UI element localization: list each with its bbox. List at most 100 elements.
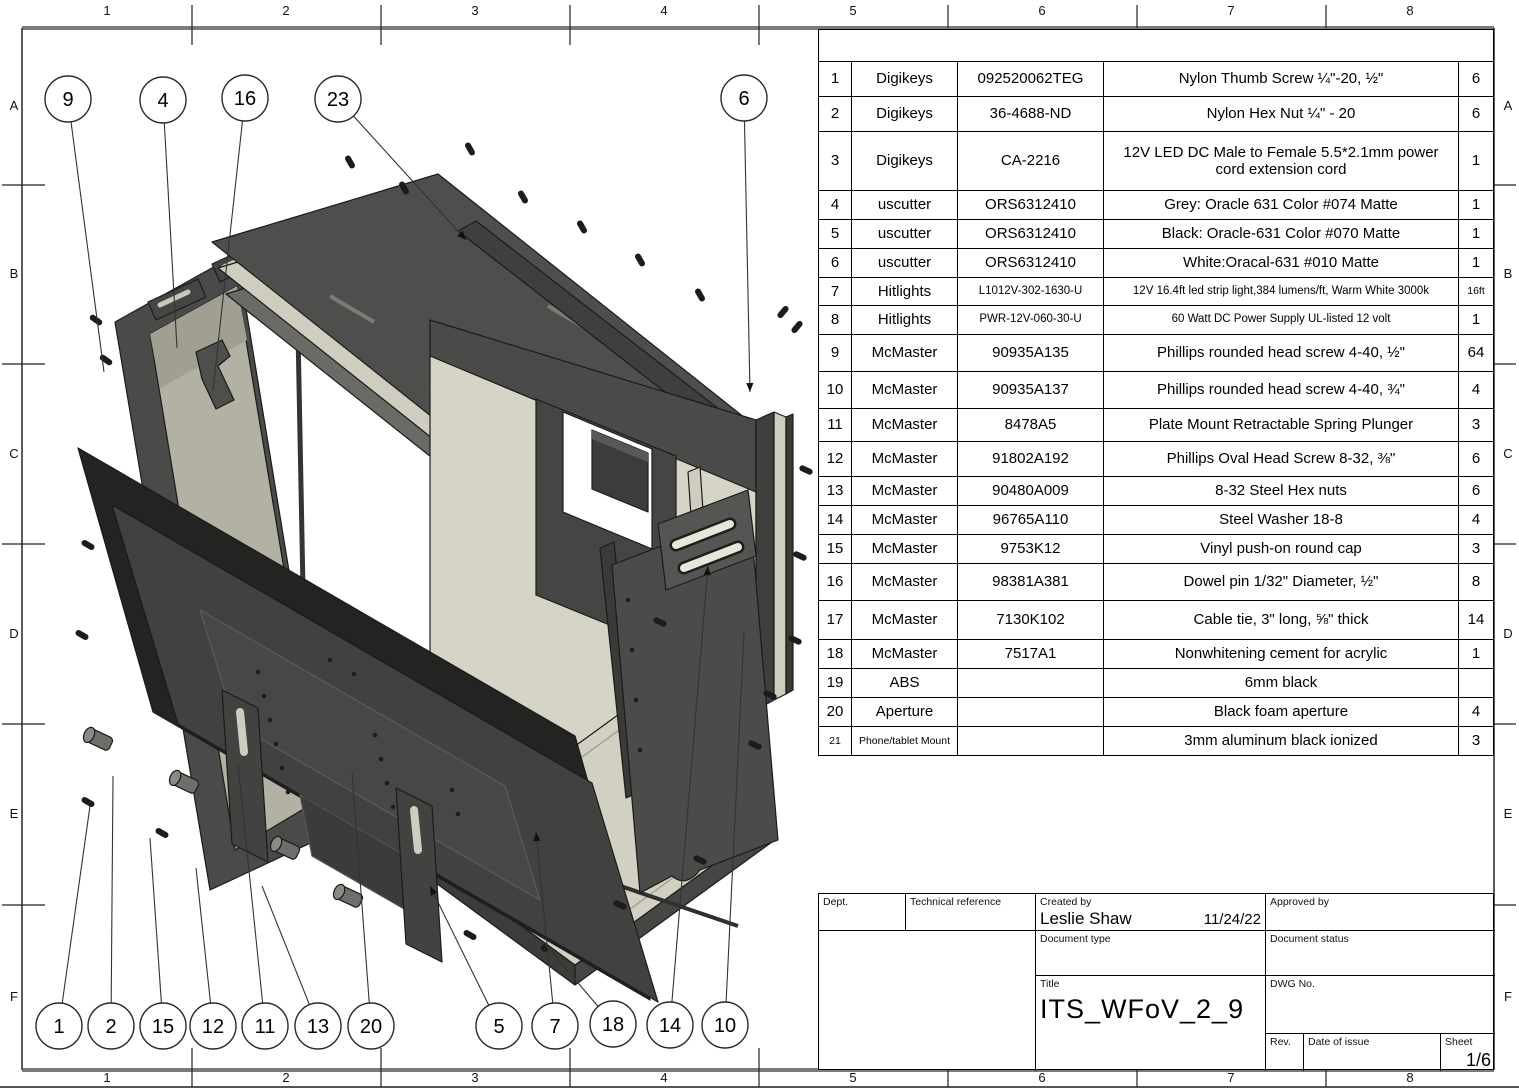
sheet-cell: Sheet 1/6 [1441,1034,1495,1071]
bom-cell-part [958,727,1104,755]
bom-cell-qty: 14 [1459,601,1493,639]
bom-cell-vendor: McMaster [852,506,958,534]
bom-cell-vendor: Hitlights [852,278,958,305]
bom-cell-part: PWR-12V-060-30-U [958,306,1104,334]
bom-cell-no: 11 [819,409,852,441]
bom-cell-desc: Plate Mount Retractable Spring Plunger [1104,409,1459,441]
bom-cell-vendor: McMaster [852,409,958,441]
bom-cell-desc: White:Oracal-631 #010 Matte [1104,249,1459,277]
grid-row-label: E [6,806,22,822]
bom-cell-desc: Nylon Thumb Screw ¼"-20, ½" [1104,62,1459,96]
bom-cell-part: 7517A1 [958,640,1104,668]
bom-cell-part: ORS6312410 [958,249,1104,277]
bom-cell-vendor: Digikeys [852,132,958,190]
bom-cell-no: 13 [819,477,852,505]
document-type-label: Document type [1040,933,1261,945]
bom-cell-desc: Black: Oracle-631 Color #070 Matte [1104,220,1459,248]
bom-cell-vendor: McMaster [852,372,958,408]
bom-cell-no: 8 [819,306,852,334]
balloon-number: 1 [53,1016,64,1038]
bom-cell-desc: Nonwhitening cement for acrylic [1104,640,1459,668]
balloon-number: 14 [659,1015,681,1037]
bom-cell-desc: Steel Washer 18-8 [1104,506,1459,534]
bom-row: 6uscutterORS6312410White:Oracal-631 #010… [819,249,1493,278]
sheet-value: 1/6 [1445,1050,1491,1071]
dept-cell: Dept. [819,894,906,931]
created-by-cell: Created by Leslie Shaw 11/24/22 [1036,894,1266,931]
grid-row-label: F [1500,989,1516,1005]
created-by-value: Leslie Shaw [1040,909,1132,929]
bom-cell-vendor: McMaster [852,640,958,668]
grid-column-label: 8 [1398,1070,1422,1085]
grid-row-label: F [6,989,22,1005]
bom-cell-no: 9 [819,335,852,371]
leader-arrowhead [746,383,753,392]
bom-cell-desc: Black foam aperture [1104,698,1459,726]
grid-column-label: 1 [95,3,119,18]
grid-row-label: A [6,98,22,114]
bom-cell-part: 8478A5 [958,409,1104,441]
bom-cell-desc: Nylon Hex Nut ¼" - 20 [1104,97,1459,131]
balloon-number: 7 [549,1016,560,1038]
bom-cell-desc: Phillips rounded head screw 4-40, ½" [1104,335,1459,371]
bom-cell-no: 2 [819,97,852,131]
document-status-cell: Document status [1266,931,1495,976]
grid-row-label: E [1500,806,1516,822]
balloon-number: 15 [152,1016,174,1038]
grid-column-label: 4 [652,1070,676,1085]
bom-cell-desc: 8-32 Steel Hex nuts [1104,477,1459,505]
bom-cell-part: 90935A137 [958,372,1104,408]
grid-column-label: 1 [95,1070,119,1085]
bom-cell-vendor: Hitlights [852,306,958,334]
bom-cell-part [958,669,1104,697]
grid-column-label: 6 [1030,1070,1054,1085]
bom-row: 19ABS6mm black [819,669,1493,698]
bom-cell-qty: 16ft [1459,278,1493,305]
bom-cell-desc: Vinyl push-on round cap [1104,535,1459,563]
bom-cell-no: 14 [819,506,852,534]
bom-cell-vendor: McMaster [852,442,958,476]
rev-cell: Rev. [1266,1034,1304,1071]
bom-row: 21Phone/tablet Mount3mm aluminum black i… [819,727,1493,755]
bom-row: 10McMaster90935A137Phillips rounded head… [819,372,1493,409]
bom-cell-vendor: ABS [852,669,958,697]
bom-cell-desc: 3mm aluminum black ionized [1104,727,1459,755]
leader-line [744,121,750,392]
bom-cell-desc: Phillips rounded head screw 4-40, ¾" [1104,372,1459,408]
bom-cell-vendor: uscutter [852,191,958,219]
leader-line [71,122,104,372]
bom-cell-part: 98381A381 [958,564,1104,600]
bom-cell-qty: 1 [1459,132,1493,190]
grid-column-label: 2 [274,1070,298,1085]
bom-cell-qty: 3 [1459,727,1493,755]
bom-cell-part: ORS6312410 [958,191,1104,219]
leader-line [262,886,309,1005]
bom-cell-vendor: McMaster [852,335,958,371]
bom-cell-desc: Grey: Oracle 631 Color #074 Matte [1104,191,1459,219]
leader-line [196,868,211,1003]
bom-row: 17McMaster7130K102Cable tie, 3" long, ⅝"… [819,601,1493,640]
assembly-parts [74,141,813,1002]
bom-cell-desc: Phillips Oval Head Screw 8-32, ⅜" [1104,442,1459,476]
balloon-number: 16 [234,88,256,110]
bom-cell-part: 96765A110 [958,506,1104,534]
bom-row: 7HitlightsL1012V-302-1630-U12V 16.4ft le… [819,278,1493,306]
bom-cell-qty: 4 [1459,372,1493,408]
approved-by-cell: Approved by [1266,894,1495,931]
bom-row: 12McMaster91802A192Phillips Oval Head Sc… [819,442,1493,477]
bom-cell-qty: 4 [1459,506,1493,534]
bom-cell-desc: 60 Watt DC Power Supply UL-listed 12 vol… [1104,306,1459,334]
bom-cell-part: 90935A135 [958,335,1104,371]
grid-column-label: 7 [1219,1070,1243,1085]
bom-row: 1Digikeys092520062TEGNylon Thumb Screw ¼… [819,62,1493,97]
bom-cell-no: 5 [819,220,852,248]
bom-cell-part: 092520062TEG [958,62,1104,96]
leader-line [62,806,90,1003]
grid-column-label: 7 [1219,3,1243,18]
bom-cell-qty: 6 [1459,442,1493,476]
bom-cell-qty: 1 [1459,640,1493,668]
bom-cell-vendor: McMaster [852,477,958,505]
bom-cell-qty [1459,669,1493,697]
technical-reference-label: Technical reference [910,896,1031,908]
bom-cell-vendor: McMaster [852,535,958,563]
